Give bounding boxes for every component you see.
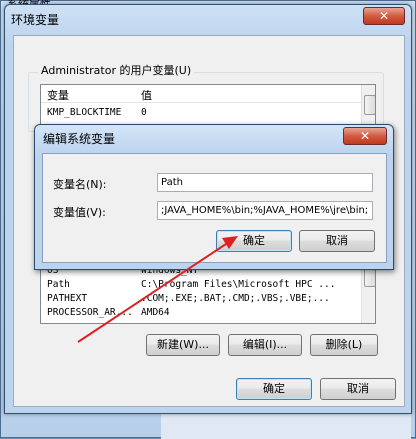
user-variable-row[interactable]: KMP_BLOCKTIME 0: [41, 105, 355, 120]
variable-value-label: 变量值(V):: [53, 206, 106, 219]
variable-value: .COM;.EXE;.BAT;.CMD;.VBS;.VBE;...: [141, 293, 330, 304]
variable-name-label: 变量名(N):: [53, 178, 107, 191]
new-variable-button[interactable]: 新建(W)...: [146, 334, 220, 356]
scroll-thumb[interactable]: [364, 269, 375, 287]
edit-dialog-close-button[interactable]: ✕: [343, 127, 387, 145]
variable-name: PROCESSOR_AR...: [47, 307, 133, 318]
close-icon: ✕: [378, 9, 390, 23]
system-variables-list[interactable]: OS Windows_NT Path C:\Program Files\Micr…: [40, 262, 376, 324]
edit-variable-button[interactable]: 编辑(I)...: [228, 334, 302, 356]
system-variable-row[interactable]: PROCESSOR_AR... AMD64: [41, 305, 355, 320]
close-icon: ✕: [359, 129, 371, 143]
scroll-thumb[interactable]: [364, 95, 375, 115]
env-ok-button[interactable]: 确定: [236, 378, 312, 400]
user-variables-header: 变量 值: [41, 85, 361, 103]
edit-cancel-button[interactable]: 取消: [299, 230, 375, 252]
delete-variable-button[interactable]: 删除(L): [310, 334, 378, 356]
edit-dialog-title: 编辑系统变量: [43, 132, 116, 146]
system-variable-row[interactable]: PATHEXT .COM;.EXE;.BAT;.CMD;.VBS;.VBE;..…: [41, 291, 355, 306]
variable-name: KMP_BLOCKTIME: [47, 107, 122, 118]
variable-name-input[interactable]: Path: [157, 173, 373, 192]
system-variable-row[interactable]: Path C:\Program Files\Microsoft HPC ...: [41, 277, 355, 292]
variable-value: AMD64: [141, 307, 170, 318]
edit-dialog-client: 变量名(N): Path 变量值(V): ;JAVA_HOME%\bin;%JA…: [42, 153, 387, 263]
variable-value: 0: [141, 107, 147, 118]
variable-value-input[interactable]: ;JAVA_HOME%\bin;%JAVA_HOME%\jre\bin;: [157, 201, 373, 220]
edit-system-variable-dialog: 编辑系统变量 ✕ 变量名(N): Path 变量值(V): ;JAVA_HOME…: [34, 124, 394, 270]
environment-variables-title: 环境变量: [11, 13, 60, 27]
column-header-value[interactable]: 值: [141, 87, 152, 103]
system-vars-scrollbar[interactable]: [361, 263, 375, 323]
column-header-variable[interactable]: 变量: [47, 87, 69, 103]
user-variables-group-label: Administrator 的用户变量(U): [38, 62, 195, 78]
system-properties-footer-buttons: [161, 411, 411, 439]
variable-name: Path: [47, 279, 70, 290]
env-cancel-button[interactable]: 取消: [320, 378, 396, 400]
edit-ok-button[interactable]: 确定: [216, 230, 292, 252]
variable-name: PATHEXT: [47, 293, 88, 304]
env-dialog-close-button[interactable]: ✕: [363, 7, 405, 25]
variable-value: C:\Program Files\Microsoft HPC ...: [141, 279, 336, 290]
